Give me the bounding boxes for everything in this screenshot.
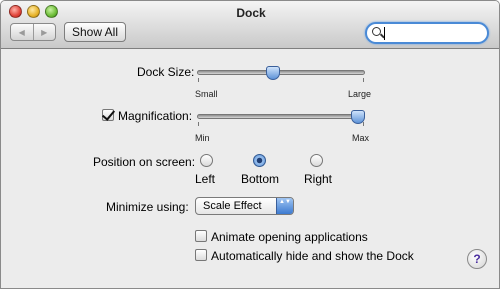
autohide-dock-label[interactable]: Automatically hide and show the Dock — [211, 249, 414, 263]
position-bottom-radio[interactable] — [253, 154, 266, 167]
forward-arrow-icon: ▶ — [41, 27, 48, 37]
animate-opening-checkbox[interactable] — [195, 230, 207, 242]
back-forward-control: ◀ ▶ — [10, 23, 56, 41]
slider-tick — [198, 122, 199, 126]
magnification-min-label: Min — [195, 133, 210, 143]
minimize-effect-popup[interactable]: Scale Effect ▲▼ — [195, 197, 294, 215]
window-title: Dock — [236, 6, 266, 20]
back-arrow-icon: ◀ — [18, 27, 25, 37]
titlebar: Dock ◀ ▶ Show All — [1, 1, 499, 49]
minimize-effect-value: Scale Effect — [203, 200, 262, 212]
popup-arrows-glyph: ▲▼ — [279, 199, 291, 205]
text-cursor — [384, 27, 385, 40]
position-right-radio[interactable] — [310, 154, 323, 167]
dock-size-label: Dock Size: — [137, 65, 195, 79]
forward-button[interactable]: ▶ — [32, 24, 56, 40]
magnification-track[interactable] — [197, 114, 365, 119]
dock-preferences-window: Dock ◀ ▶ Show All Dock Size: Small Large… — [0, 0, 500, 289]
autohide-dock-checkbox[interactable] — [195, 249, 207, 261]
help-icon: ? — [473, 252, 481, 266]
position-bottom-label[interactable]: Bottom — [241, 172, 279, 186]
slider-tick — [198, 78, 199, 82]
minimize-label: Minimize using: — [106, 200, 189, 214]
dock-size-track[interactable] — [197, 70, 365, 75]
back-button[interactable]: ◀ — [11, 24, 33, 40]
slider-tick — [363, 122, 364, 126]
magnification-slider-thumb[interactable] — [351, 110, 365, 124]
search-icon — [372, 27, 381, 36]
position-label: Position on screen: — [93, 155, 196, 169]
position-left-label[interactable]: Left — [195, 172, 215, 186]
search-input[interactable] — [365, 22, 489, 44]
position-right-label[interactable]: Right — [304, 172, 332, 186]
show-all-button[interactable]: Show All — [64, 22, 126, 42]
magnification-max-label: Max — [352, 133, 370, 143]
slider-tick — [363, 78, 364, 82]
magnification-checkbox[interactable] — [102, 109, 114, 121]
dock-size-max-label: Large — [348, 89, 372, 99]
popup-arrows-icon: ▲▼ — [276, 198, 293, 214]
magnification-label: Magnification: — [118, 109, 193, 123]
animate-opening-label[interactable]: Animate opening applications — [211, 230, 368, 244]
help-button[interactable]: ? — [467, 249, 487, 269]
dock-size-min-label: Small — [195, 89, 218, 99]
dock-size-slider-thumb[interactable] — [266, 66, 280, 80]
position-left-radio[interactable] — [200, 154, 213, 167]
